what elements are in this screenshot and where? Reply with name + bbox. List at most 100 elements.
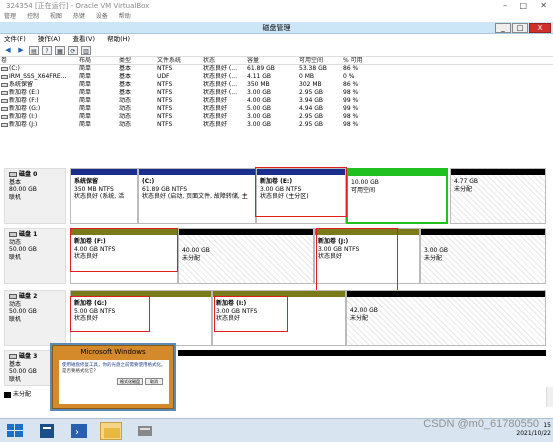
cancel-button[interactable]: 取消 (145, 378, 163, 385)
vbox-maximize-button[interactable]: □ (519, 0, 527, 12)
disk-icon (9, 294, 17, 299)
partition-system-reserved[interactable]: 系统保留 350 MB NTFS 状态良好 (系统, 活 (70, 168, 138, 224)
cell-text: 状态良好 (203, 113, 228, 120)
properties-icon[interactable]: ▦ (55, 46, 65, 55)
table-cell: 61.89 GB (246, 65, 298, 73)
cell-text: NTFS (157, 121, 173, 128)
cell-text: 简单 (79, 81, 92, 88)
col-layout[interactable]: 布局 (78, 57, 118, 64)
forward-arrow-icon[interactable]: ▶ (16, 46, 26, 55)
partition-status: 状态良好 (启动, 页面文件, 故障转储, 主 (142, 193, 248, 200)
disk-1-label[interactable]: 磁盘 1 动态 50.00 GB 联机 (4, 228, 66, 284)
cell-text: 简单 (79, 97, 92, 104)
cell-text: 86 % (343, 81, 359, 88)
col-capacity[interactable]: 容量 (246, 57, 298, 64)
table-row[interactable]: 新加卷 (G:) 简单 动态 NTFS 状态良好 5.00 GB 4.94 GB 99 % (0, 105, 553, 113)
back-arrow-icon[interactable]: ◀ (3, 46, 13, 55)
partition-unallocated[interactable]: 4.77 GB 未分配 (450, 168, 546, 224)
cell-text: 状态良好 (... (203, 81, 237, 88)
start-icon[interactable] (4, 422, 26, 440)
table-cell: 简单 (78, 65, 118, 73)
minimize-button[interactable]: _ (495, 23, 511, 33)
partition-unallocated[interactable]: 42.00 GB 未分配 (346, 290, 546, 346)
table-cell: 简单 (78, 81, 118, 89)
partition-unallocated[interactable]: 3.00 GB 未分配 (420, 228, 546, 284)
cell-text: UDF (157, 73, 170, 80)
col-type[interactable]: 类型 (118, 57, 156, 64)
cell-text: 状态良好 (203, 97, 228, 104)
cell-text: 4.94 GB (299, 105, 324, 112)
table-row[interactable]: 新加卷 (I:) 简单 动态 NTFS 状态良好 3.00 GB 2.95 GB 98 % (0, 113, 553, 121)
table-row[interactable]: 新加卷 (E:) 简单 基本 NTFS 状态良好 (... 3.00 GB 2.95 GB 9… (0, 89, 553, 97)
partition-size: 61.89 GB NTFS (142, 185, 188, 193)
menu-file[interactable]: 文件(F) (4, 35, 26, 43)
powershell-icon[interactable]: › (68, 422, 90, 440)
disk-type: 动态 (9, 238, 22, 246)
disk-name: 磁盘 3 (19, 353, 38, 360)
highlight-box-g (70, 296, 150, 332)
cell-text: 新加卷 (F:) (9, 97, 39, 104)
vbox-menubar: 管理 控制 视图 热键 设备 帮助 (0, 12, 553, 22)
disk-management-icon[interactable] (134, 422, 156, 440)
vbox-minimize-button[interactable]: – (503, 0, 507, 12)
menu-view[interactable]: 查看(V) (73, 35, 96, 43)
vbox-menu-control[interactable]: 控制 (27, 13, 39, 20)
cell-text: 86 % (343, 65, 359, 72)
table-row[interactable]: 系统保留 简单 基本 NTFS 状态良好 (... 350 MB 302 MB 86 % (0, 81, 553, 89)
cell-text: 简单 (79, 73, 92, 80)
table-cell: 86 % (342, 65, 372, 73)
close-button[interactable]: X (529, 23, 551, 33)
table-cell: 98 % (342, 121, 372, 129)
cell-text: 简单 (79, 105, 92, 112)
table-cell: NTFS (156, 97, 202, 105)
table-cell: 基本 (118, 89, 156, 97)
cell-text: 98 % (343, 89, 359, 96)
settings-icon[interactable]: ▥ (81, 46, 91, 55)
table-row[interactable]: 新加卷 (J:) 简单 动态 NTFS 状态良好 3.00 GB 2.95 GB 98 % (0, 121, 553, 129)
table-row[interactable]: IRM_SSS_X64FRE... 简单 基本 UDF 状态良好 (... 4.11 GB… (0, 73, 553, 81)
server-manager-icon[interactable] (36, 422, 58, 440)
cell-text: 4.00 GB (247, 97, 272, 104)
cell-text: 2.95 GB (299, 121, 324, 128)
file-explorer-icon[interactable] (100, 422, 122, 440)
col-percent-free[interactable]: % 可用 (342, 57, 372, 64)
vbox-menu-view[interactable]: 视图 (50, 13, 62, 20)
col-status[interactable]: 状态 (202, 57, 246, 64)
table-cell: 0 MB (298, 73, 342, 81)
col-free[interactable]: 可用空间 (298, 57, 342, 64)
dialog-title: Microsoft Windows (80, 348, 146, 356)
console-tree-icon[interactable]: ▤ (29, 46, 39, 55)
vbox-menu-hotkeys[interactable]: 热键 (73, 13, 85, 20)
volume-name-cell: (C:) (0, 65, 78, 73)
vbox-menu-help[interactable]: 帮助 (119, 13, 131, 20)
format-disk-button[interactable]: 格式化磁盘 (117, 378, 143, 385)
vbox-close-button[interactable]: ✕ (540, 0, 547, 12)
table-row[interactable]: 新加卷 (F:) 简单 动态 NTFS 状态良好 4.00 GB 3.94 GB 99 % (0, 97, 553, 105)
legend-swatch (4, 391, 11, 398)
col-filesystem[interactable]: 文件系统 (156, 57, 202, 64)
vbox-menu-devices[interactable]: 设备 (96, 13, 108, 20)
app-titlebar: 磁盘管理 _ □ X (0, 22, 553, 34)
cell-text: 状态良好 (203, 121, 228, 128)
disk-3-bar[interactable] (178, 350, 546, 386)
disk-0-label[interactable]: 磁盘 0 基本 80.00 GB 联机 (4, 168, 66, 224)
menu-action[interactable]: 操作(A) (38, 35, 61, 43)
partition-unallocated[interactable]: 40.00 GB 未分配 (178, 228, 314, 284)
table-cell: 0 % (342, 73, 372, 81)
cell-text: 61.89 GB (247, 65, 275, 72)
partition-c[interactable]: (C:) 61.89 GB NTFS 状态良好 (启动, 页面文件, 故障转储, 主 (138, 168, 256, 224)
refresh-icon[interactable]: ⟳ (68, 46, 78, 55)
cell-text: 98 % (343, 113, 359, 120)
disk-2-label[interactable]: 磁盘 2 动态 50.00 GB 联机 (4, 290, 66, 346)
vbox-menu-manage[interactable]: 管理 (4, 13, 16, 20)
clock-date: 2021/10/22 (516, 430, 551, 437)
maximize-button[interactable]: □ (512, 23, 528, 33)
partition-free-space[interactable]: 10.00 GB 可用空间 (346, 168, 448, 224)
table-cell: 简单 (78, 89, 118, 97)
help-icon[interactable]: ? (42, 46, 52, 55)
menu-help[interactable]: 帮助(H) (107, 35, 130, 43)
col-volume[interactable]: 卷 (0, 57, 78, 64)
table-row[interactable]: (C:) 简单 基本 NTFS 状态良好 (... 61.89 GB 53.38 GB 86 … (0, 65, 553, 73)
table-cell: NTFS (156, 81, 202, 89)
disk-size: 50.00 GB (9, 246, 37, 253)
